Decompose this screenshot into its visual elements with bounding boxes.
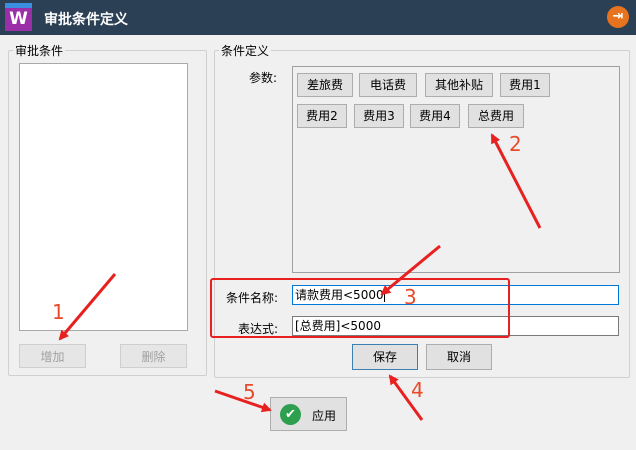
params-label: 参数: <box>249 71 278 85</box>
annotation-number-3: 3 <box>404 285 417 309</box>
param-fee4-button[interactable]: 费用4 <box>410 104 460 128</box>
apply-button[interactable]: ✔ 应用 <box>270 397 347 431</box>
annotation-number-1: 1 <box>52 300 65 324</box>
approval-conditions-legend: 审批条件 <box>15 44 64 58</box>
window-title: 审批条件定义 <box>44 12 128 28</box>
param-fee1-button[interactable]: 费用1 <box>500 73 550 97</box>
delete-button[interactable]: 删除 <box>120 344 187 368</box>
param-other-subsidy-button[interactable]: 其他补贴 <box>425 73 493 97</box>
param-phone-button[interactable]: 电话费 <box>359 73 417 97</box>
exit-icon[interactable]: ⇥ <box>607 6 629 28</box>
app-logo-icon: W <box>5 3 32 31</box>
param-total-fee-button[interactable]: 总费用 <box>468 104 524 128</box>
param-travel-button[interactable]: 差旅费 <box>297 73 353 97</box>
title-bar: W 审批条件定义 ⇥ <box>0 0 636 35</box>
annotation-number-4: 4 <box>411 378 424 402</box>
annotation-number-5: 5 <box>243 380 256 404</box>
add-button[interactable]: 增加 <box>19 344 86 368</box>
cancel-button[interactable]: 取消 <box>426 344 492 370</box>
apply-label: 应用 <box>312 409 337 423</box>
condition-definition-legend: 条件定义 <box>221 44 270 58</box>
save-button[interactable]: 保存 <box>352 344 418 370</box>
check-icon: ✔ <box>280 404 301 425</box>
param-fee2-button[interactable]: 费用2 <box>297 104 347 128</box>
param-fee3-button[interactable]: 费用3 <box>354 104 404 128</box>
annotation-highlight-box <box>210 278 510 338</box>
annotation-number-2: 2 <box>509 132 522 156</box>
conditions-list[interactable] <box>19 63 188 331</box>
params-panel <box>292 66 620 273</box>
